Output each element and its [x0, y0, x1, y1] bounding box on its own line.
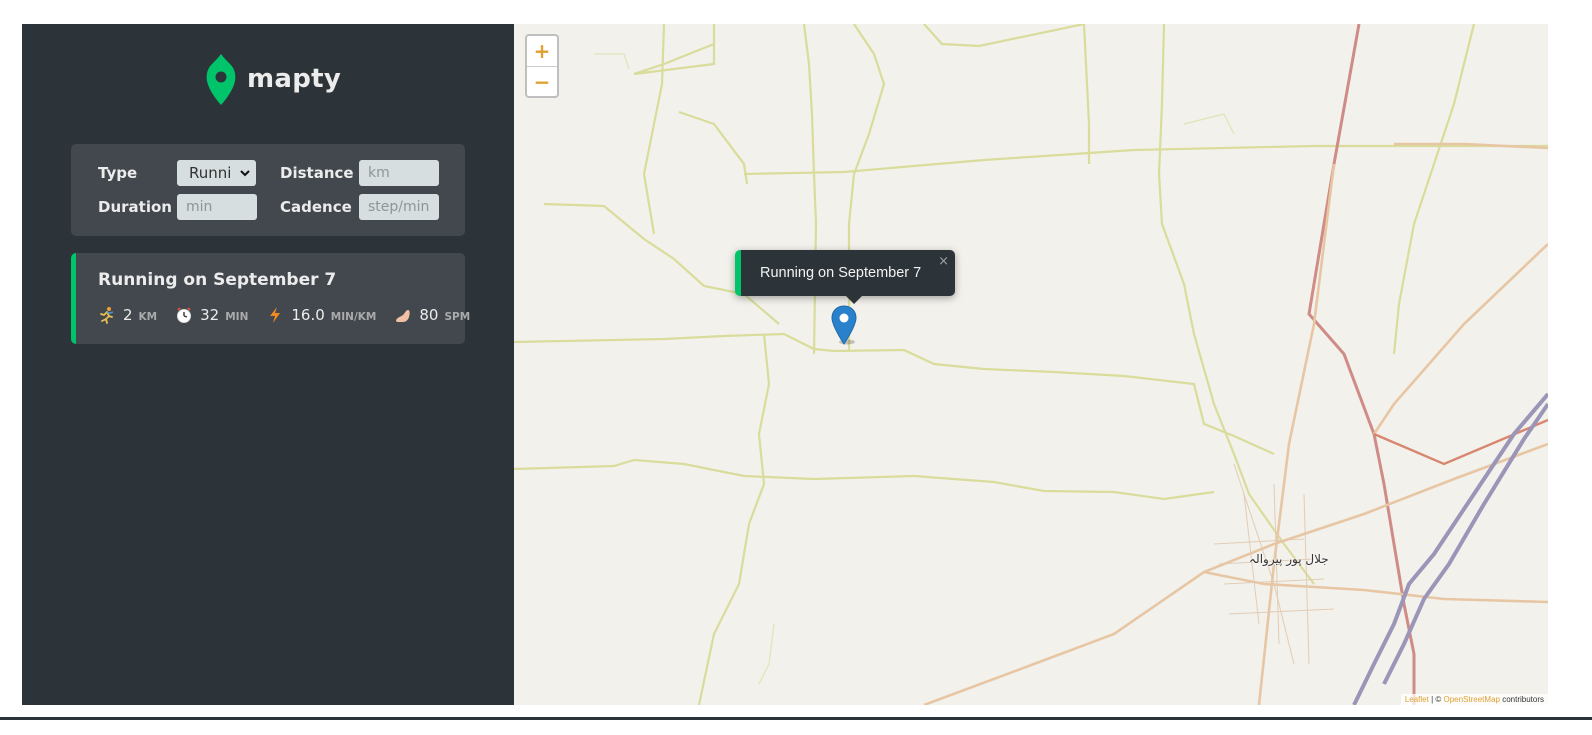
type-select-value: Runni: [189, 164, 232, 182]
cadence-value: 80: [419, 306, 439, 324]
cadence-label: Cadence: [280, 198, 352, 216]
sidebar: mapty Type Runni Distance Duration Caden…: [22, 24, 514, 705]
app-name: mapty: [247, 64, 342, 94]
duration-unit: MIN: [225, 310, 249, 323]
zoom-control: + −: [525, 34, 559, 98]
popup-tip: [845, 295, 863, 304]
workout-duration: 32 MIN: [175, 306, 248, 324]
distance-value: 2: [123, 306, 133, 324]
attribution-separator: | ©: [1428, 695, 1444, 704]
workout-form: Type Runni Distance Duration Cadence: [71, 144, 465, 236]
chevron-down-icon: [240, 170, 250, 177]
type-select[interactable]: Runni: [177, 160, 256, 186]
attribution-suffix: contributors: [1499, 695, 1544, 704]
bottom-divider: [0, 717, 1592, 735]
pace-unit: MIN/KM: [330, 310, 377, 323]
duration-label: Duration: [98, 198, 172, 216]
footprint-icon: [396, 310, 411, 322]
distance-unit: KM: [138, 310, 158, 323]
map-attribution: Leaflet | © OpenStreetMap contributors: [1400, 694, 1548, 705]
duration-value: 32: [200, 306, 220, 324]
workout-details: 2 KM 32 MIN 16.0 MIN/KM 80 SPM: [98, 306, 488, 324]
workout-title: Running on September 7: [98, 270, 337, 290]
app-container: mapty Type Runni Distance Duration Caden…: [22, 24, 1572, 705]
logo: mapty: [205, 52, 341, 106]
distance-label: Distance: [280, 164, 354, 182]
popup-close-button[interactable]: ×: [938, 254, 949, 269]
map-marker-icon[interactable]: [831, 305, 857, 345]
runner-icon: [100, 307, 114, 324]
leaflet-link[interactable]: Leaflet: [1405, 695, 1429, 704]
map[interactable]: + − Running on September 7 × جلال پور پی…: [514, 24, 1548, 705]
osm-link[interactable]: OpenStreetMap: [1443, 695, 1499, 704]
zoom-out-button[interactable]: −: [527, 66, 557, 97]
type-label: Type: [98, 164, 138, 182]
map-pin-logo-icon: [206, 54, 236, 105]
cadence-input[interactable]: [359, 194, 439, 220]
popup-text: Running on September 7: [760, 265, 922, 281]
cadence-unit: SPM: [444, 310, 471, 323]
workout-pace: 16.0 MIN/KM: [266, 306, 376, 324]
workout-distance: 2 KM: [98, 306, 157, 324]
stopwatch-icon: [177, 307, 192, 323]
zoom-in-button[interactable]: +: [527, 36, 557, 66]
pace-value: 16.0: [291, 306, 325, 324]
workout-cadence: 80 SPM: [394, 306, 470, 324]
duration-input[interactable]: [177, 194, 257, 220]
workout-popup[interactable]: Running on September 7 ×: [735, 250, 955, 304]
map-tiles[interactable]: [514, 24, 1548, 705]
workout-card[interactable]: Running on September 7 2 KM 32 MIN 16.0 …: [71, 253, 470, 344]
distance-input[interactable]: [359, 160, 439, 186]
lightning-icon: [270, 307, 281, 323]
town-label: جلال پور پیروالہ: [1249, 552, 1329, 566]
